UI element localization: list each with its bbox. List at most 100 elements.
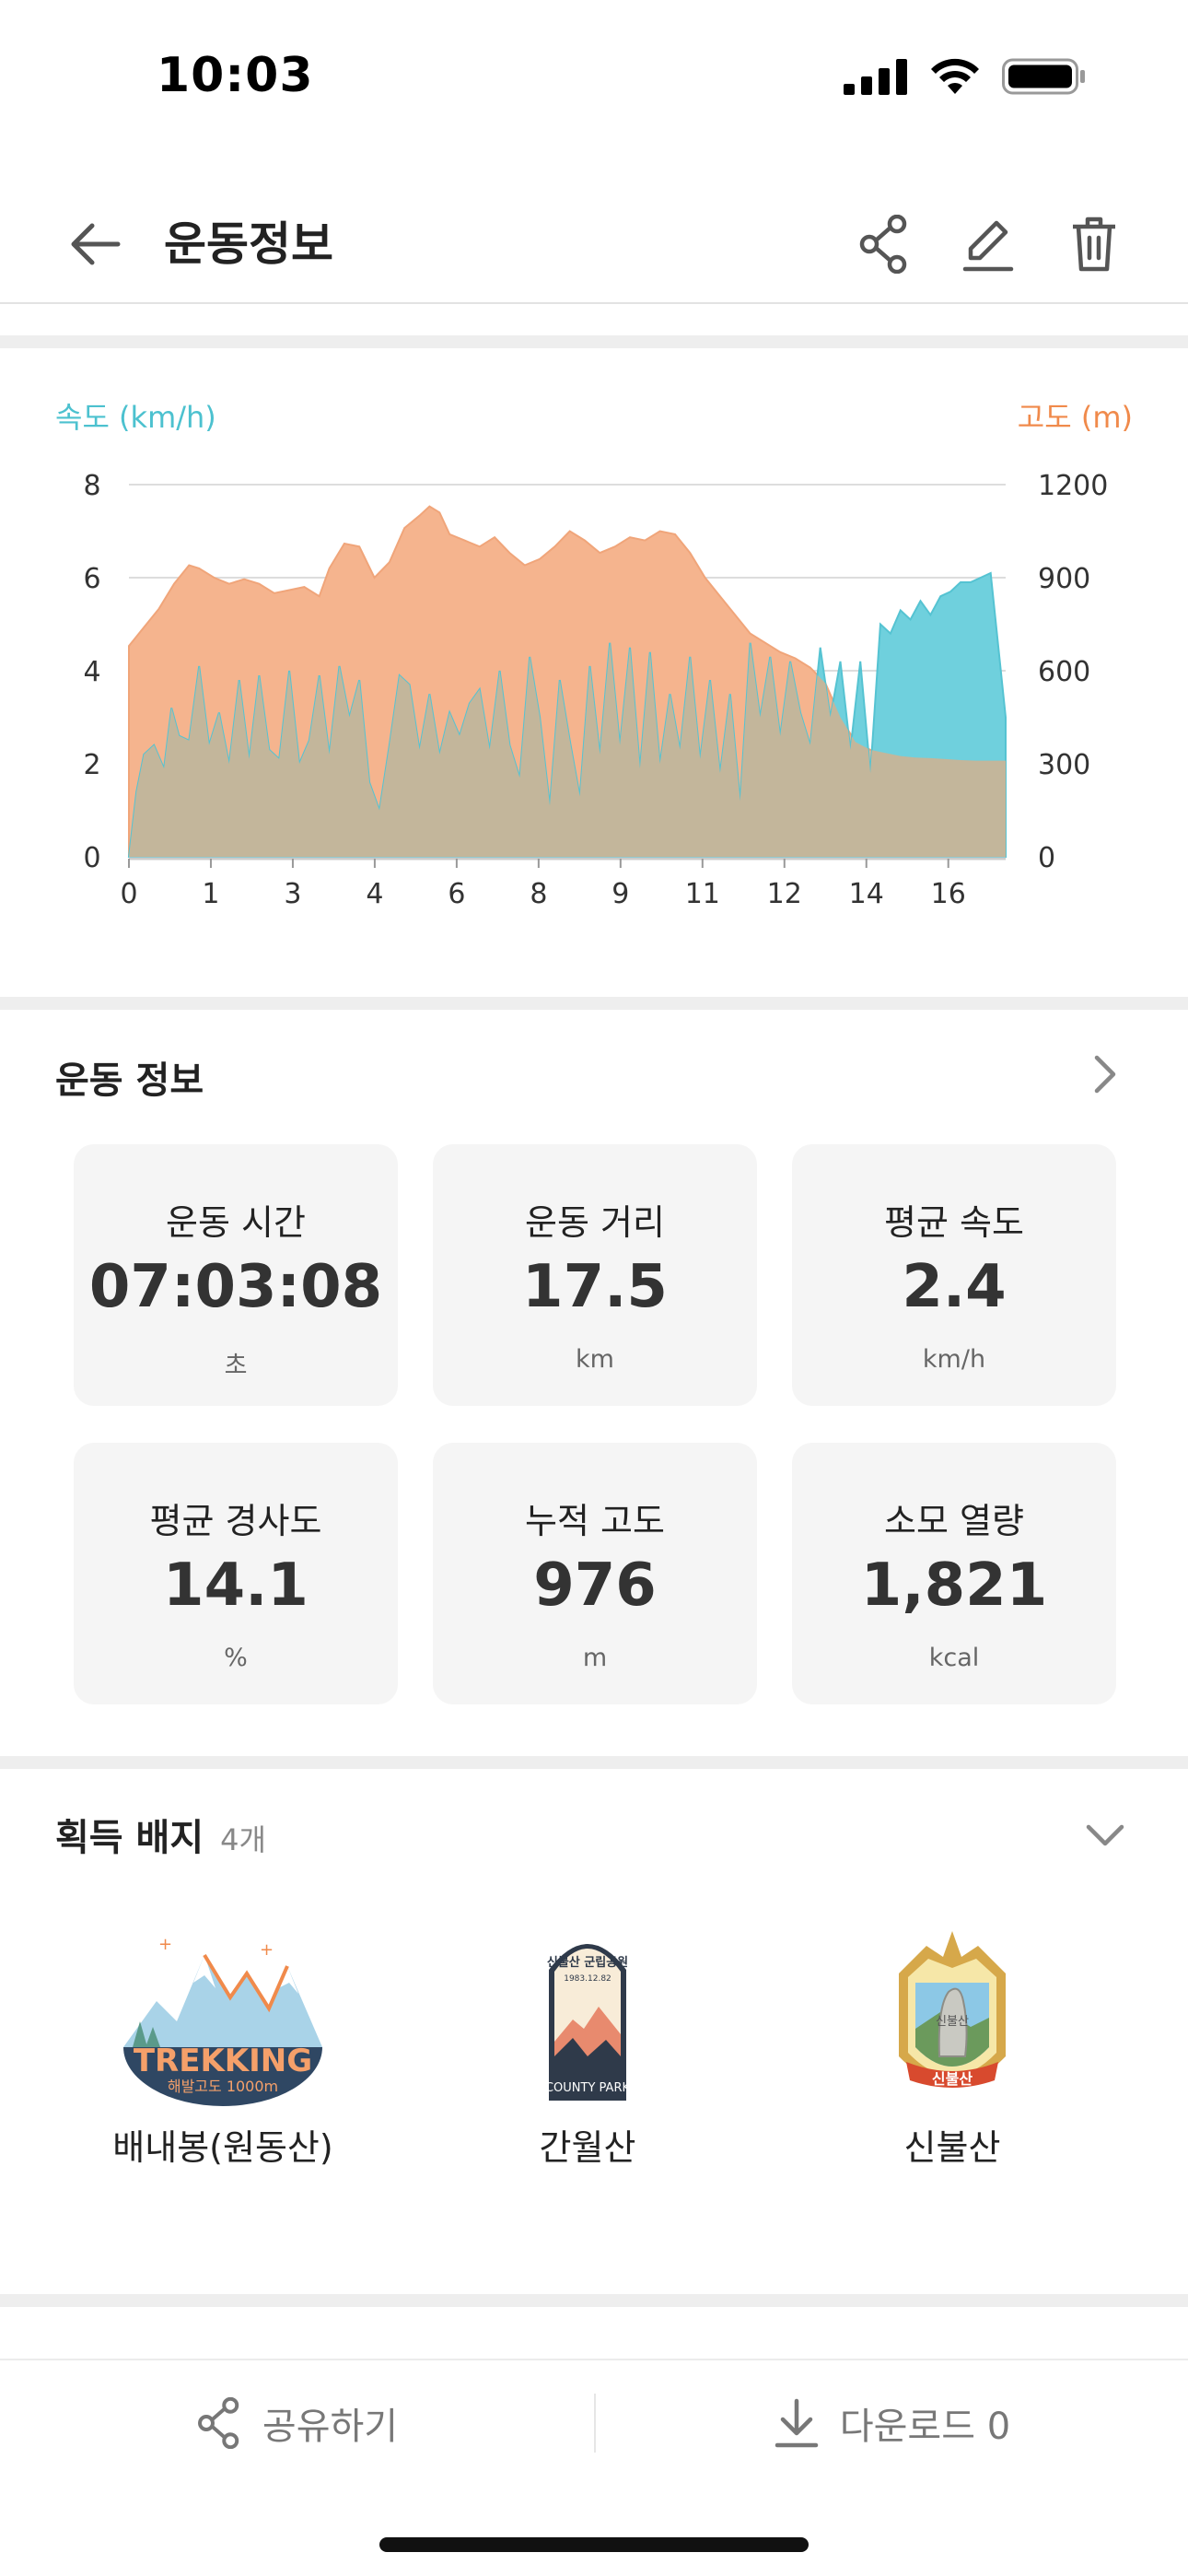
stat-card-duration: 운동 시간 07:03:08 초 <box>74 1144 398 1406</box>
badge-item[interactable]: + + TREKKING 해발고도 1000m 배내봉(원동산) <box>57 1918 389 2168</box>
x-tick-label: 6 <box>448 878 465 910</box>
workout-info-title: 운동 정보 <box>55 1060 204 1102</box>
stat-unit: 초 <box>224 1352 248 1380</box>
x-tick-label: 14 <box>849 878 884 910</box>
chevron-right-icon <box>1094 1055 1116 1094</box>
stat-label: 평균 속도 <box>884 1202 1024 1243</box>
edit-button[interactable] <box>951 207 1025 281</box>
badge-emblem-text: TREKKING <box>134 2043 312 2079</box>
y-left-tick-label: 4 <box>83 656 100 688</box>
stat-label: 평균 경사도 <box>149 1501 322 1541</box>
badge-item[interactable]: 신불산 군립공원 1983.12.82 COUNTY PARK 간월산 <box>422 1918 753 2168</box>
badge-name: 배내봉(원동산) <box>112 2127 333 2168</box>
speed-altitude-chart: 속도 (km/h) 고도 (m) 8 6 4 2 0 1200 900 600 300 0 0 1 3 4… <box>0 350 1188 995</box>
stat-unit: kcal <box>928 1644 980 1672</box>
stat-value: 1,821 <box>860 1551 1048 1620</box>
edit-icon <box>962 220 1014 272</box>
trash-icon <box>1073 217 1115 272</box>
workout-info-detail-button[interactable] <box>1068 1037 1142 1111</box>
share-action-label: 공유하기 <box>262 2406 399 2448</box>
badge-item[interactable]: 신불산 신불산 신불산 <box>786 1918 1118 2168</box>
badge-emblem-date: 1983.12.82 <box>564 1974 611 1984</box>
x-tick-label: 16 <box>931 878 966 910</box>
bottom-action-bar: 공유하기 다운로드 0 <box>0 2359 1188 2484</box>
x-tick-label: 11 <box>685 878 720 910</box>
delete-button[interactable] <box>1057 207 1131 281</box>
y-right-tick-label: 600 <box>1038 656 1090 688</box>
stat-unit: km/h <box>922 1345 986 1374</box>
stat-unit: % <box>224 1644 248 1672</box>
x-tick-label: 8 <box>530 878 547 910</box>
stat-value: 976 <box>533 1551 657 1620</box>
y-left-tick-label: 2 <box>83 749 100 781</box>
x-tick-label: 12 <box>767 878 802 910</box>
stat-card-elevation-gain: 누적 고도 976 m <box>433 1443 757 1704</box>
cellular-signal-icon <box>844 59 907 95</box>
y-right-tick-label: 1200 <box>1038 470 1108 502</box>
stat-card-avg-grade: 평균 경사도 14.1 % <box>74 1443 398 1704</box>
status-time: 10:03 <box>157 48 314 103</box>
stat-unit: km <box>576 1345 614 1374</box>
stat-value: 2.4 <box>902 1253 1007 1321</box>
share-icon <box>859 215 907 274</box>
stat-value: 07:03:08 <box>88 1253 383 1321</box>
stat-value: 17.5 <box>522 1253 668 1321</box>
svg-text:+: + <box>158 1935 172 1954</box>
stat-card-calories: 소모 열량 1,821 kcal <box>792 1443 1116 1704</box>
stat-card-distance: 운동 거리 17.5 km <box>433 1144 757 1406</box>
download-action-button[interactable]: 다운로드 0 <box>596 2360 1188 2486</box>
badges-title: 획득 배지 4개 <box>55 1808 266 1861</box>
section-divider <box>0 997 1188 1010</box>
stat-value: 14.1 <box>163 1551 309 1620</box>
stat-label: 운동 거리 <box>525 1202 665 1243</box>
badge-emblem-subtext: 해발고도 1000m <box>168 2078 278 2095</box>
stat-unit: m <box>582 1644 608 1672</box>
trekking-badge-emblem: + + TREKKING 해발고도 1000m <box>123 1935 322 2106</box>
stat-label: 운동 시간 <box>166 1202 306 1243</box>
download-action-label: 다운로드 0 <box>839 2406 1011 2448</box>
wifi-icon <box>931 58 979 94</box>
x-tick-label: 9 <box>611 878 629 910</box>
page-title: 운동정보 <box>164 217 333 271</box>
share-action-button[interactable]: 공유하기 <box>0 2360 594 2486</box>
chevron-down-icon <box>1086 1824 1124 1846</box>
home-indicator <box>379 2537 809 2552</box>
stat-card-avg-speed: 평균 속도 2.4 km/h <box>792 1144 1116 1406</box>
county-park-badge-emblem: 신불산 군립공원 1983.12.82 COUNTY PARK <box>545 1944 630 2101</box>
status-icons <box>844 57 1087 96</box>
y-left-tick-label: 8 <box>83 470 100 502</box>
sinbulsan-badge-emblem: 신불산 신불산 <box>899 1931 1006 2088</box>
download-icon <box>775 2398 819 2448</box>
badge-name: 신불산 <box>903 2127 1001 2168</box>
badge-name: 간월산 <box>539 2127 636 2168</box>
badge-stone-text: 신불산 <box>936 2015 969 2029</box>
back-arrow-icon <box>71 223 121 265</box>
share-button[interactable] <box>847 207 921 281</box>
badges-count: 4개 <box>220 1822 266 1857</box>
battery-icon <box>1002 58 1085 95</box>
y-left-tick-label: 0 <box>83 842 100 874</box>
badge-emblem-top-text: 신불산 군립공원 <box>547 1955 628 1970</box>
y-left-tick-label: 6 <box>83 563 100 595</box>
badges-title-label: 획득 배지 <box>55 1817 204 1859</box>
badge-emblem-text: COUNTY PARK <box>545 2081 630 2095</box>
x-tick-label: 3 <box>284 878 301 910</box>
share-icon <box>197 2397 239 2449</box>
badge-emblem-text: 신불산 <box>932 2070 973 2088</box>
x-tick-label: 4 <box>366 878 383 910</box>
section-divider <box>0 335 1188 348</box>
x-tick-label: 0 <box>120 878 137 910</box>
app-header: 운동정보 <box>0 180 1188 304</box>
section-divider <box>0 1756 1188 1769</box>
badges-section: 획득 배지 4개 + + TREKKING 해발고도 1000m 배내봉(원동산)… <box>0 1771 1188 2296</box>
y-right-tick-label: 900 <box>1038 563 1090 595</box>
section-divider <box>0 2294 1188 2307</box>
back-button[interactable] <box>57 207 131 281</box>
status-bar: 10:03 <box>0 0 1188 157</box>
y-right-tick-label: 0 <box>1038 842 1055 874</box>
x-tick-label: 1 <box>202 878 219 910</box>
badges-expand-button[interactable] <box>1068 1798 1142 1872</box>
chart-canvas: 86420120090060030000 1 3 4 6 8 9 11 12 14 16 <box>83 470 1108 910</box>
stat-label: 누적 고도 <box>525 1501 665 1541</box>
workout-info-section: 운동 정보 운동 시간 07:03:08 초 운동 거리 17.5 km 평균 … <box>0 1010 1188 1756</box>
